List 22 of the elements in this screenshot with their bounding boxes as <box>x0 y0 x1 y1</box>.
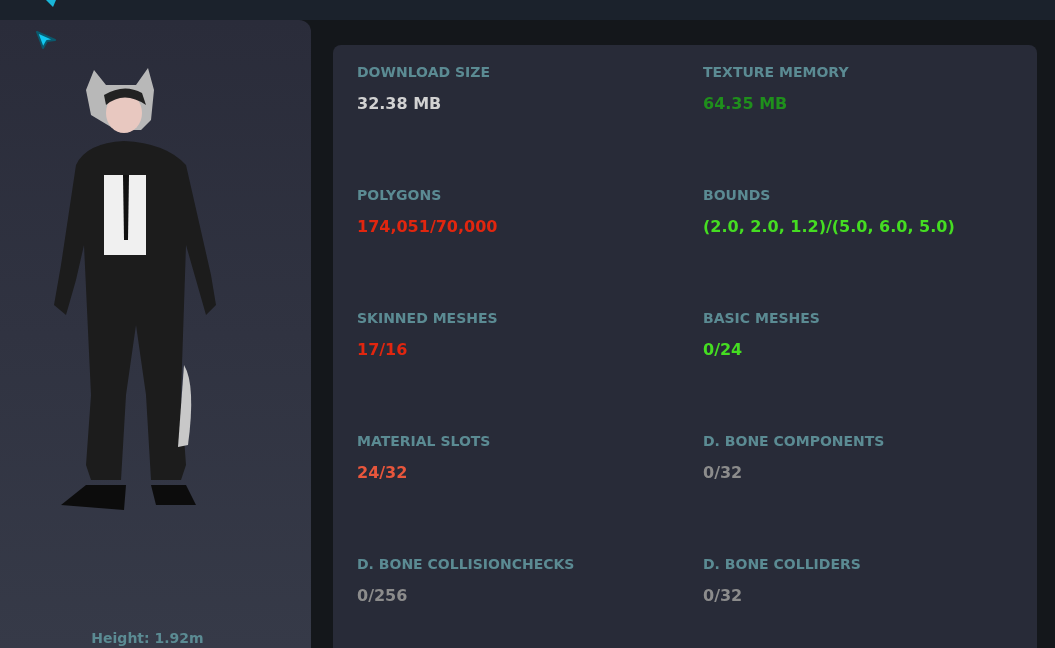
stat-label: TEXTURE MEMORY <box>703 63 850 81</box>
stat-label: BOUNDS <box>703 186 772 204</box>
stat-value: 17/16 <box>357 340 409 360</box>
stat-value: 24/32 <box>357 463 409 483</box>
stat-value: 32.38 MB <box>357 94 443 114</box>
stat-label: MATERIAL SLOTS <box>357 432 492 450</box>
stat-label: D. BONE COLLIDERS <box>703 555 862 573</box>
stat-value: 0/24 <box>703 340 744 360</box>
stat-value: 0/32 <box>703 586 744 606</box>
stat-value: 174,051/70,000 <box>357 217 499 237</box>
stat-label: SKINNED MESHES <box>357 309 499 327</box>
stat-label: BASIC MESHES <box>703 309 821 327</box>
stat-label: D. BONE COMPONENTS <box>703 432 886 450</box>
stat-label: POLYGONS <box>357 186 443 204</box>
stat-value: 0/32 <box>703 463 744 483</box>
stat-value: 0/256 <box>357 586 409 606</box>
height-label: Height: 1.92m <box>91 629 204 648</box>
cursor-icon <box>35 30 57 50</box>
stat-value: (2.0, 2.0, 1.2)/(5.0, 6.0, 5.0) <box>703 217 956 237</box>
stat-label: DOWNLOAD SIZE <box>357 63 491 81</box>
stat-label: D. BONE COLLISIONCHECKS <box>357 555 576 573</box>
stat-value: 64.35 MB <box>703 94 789 114</box>
